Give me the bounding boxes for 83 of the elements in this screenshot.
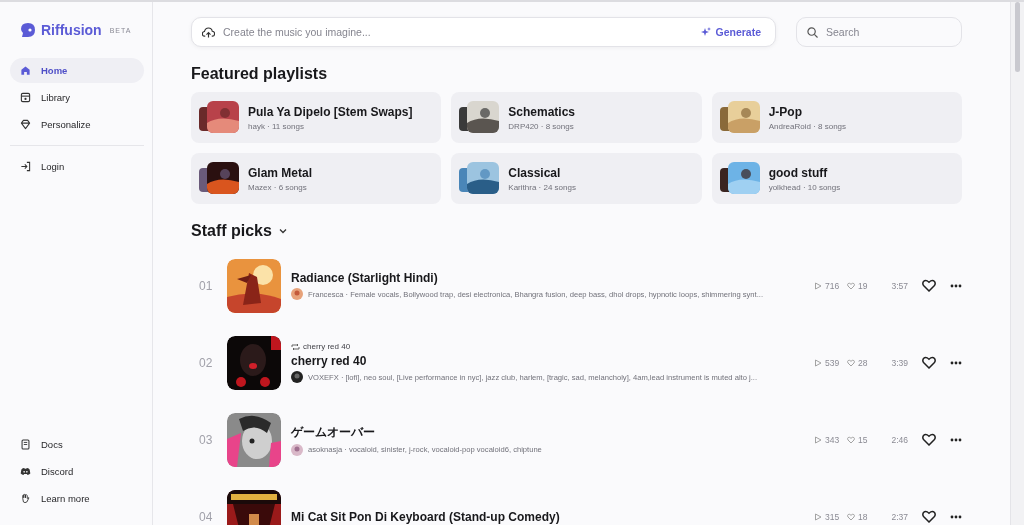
play-icon: [814, 435, 822, 444]
library-icon: [20, 92, 31, 103]
like-count: 28: [858, 357, 868, 368]
track-title[interactable]: Radiance (Starlight Hindi): [291, 271, 802, 285]
play-icon: [814, 512, 822, 521]
nav-item[interactable]: Library: [10, 85, 144, 110]
playlist-card[interactable]: Schematics DRP420 · 8 songs: [451, 92, 702, 143]
section-heading: Staff picks: [191, 222, 272, 240]
prompt-field[interactable]: Create the music you imagine... Generate: [191, 17, 776, 47]
heart-icon: [847, 512, 855, 521]
brand-name: Riffusion: [41, 22, 102, 38]
footer-link[interactable]: Learn more: [10, 486, 144, 511]
playlist-name: good stuff: [768, 165, 829, 180]
play-count: 343: [825, 434, 840, 445]
playlist-card[interactable]: good stuff yolkhead · 10 songs: [711, 153, 962, 204]
login-icon: [20, 161, 31, 172]
logo-icon: [20, 22, 36, 38]
playlist-card[interactable]: Classical Karithra · 24 songs: [451, 153, 702, 204]
playlist-card[interactable]: Glam Metal Mazex · 6 songs: [191, 153, 442, 204]
nav-item[interactable]: Home: [10, 58, 144, 83]
more-icon[interactable]: [950, 437, 962, 442]
play-icon: [814, 281, 822, 290]
nav-item[interactable]: Personalize: [10, 112, 144, 137]
scrollbar-thumb[interactable]: [1015, 2, 1020, 72]
track-number: 04: [198, 509, 214, 524]
heart-icon: [847, 358, 855, 367]
generate-button[interactable]: Generate: [701, 26, 761, 38]
playlist-meta: Mazex · 6 songs: [248, 182, 308, 192]
track-number: 01: [198, 278, 214, 293]
playlist-name: Classical: [508, 165, 562, 180]
playlist-name: Glam Metal: [248, 165, 313, 180]
like-button[interactable]: [922, 433, 936, 446]
play-count: 716: [825, 280, 840, 291]
playlist-meta: yolkhead · 10 songs: [768, 182, 841, 192]
section-heading: Featured playlists: [191, 65, 328, 83]
more-icon[interactable]: [950, 360, 962, 365]
chevron-down-icon[interactable]: [277, 226, 288, 236]
remix-source[interactable]: cherry red 40: [303, 342, 351, 351]
playlist-meta: hayk · 11 songs: [248, 121, 305, 131]
search-field[interactable]: Search: [796, 17, 962, 47]
discord-icon: [20, 466, 31, 477]
playlist-meta: AndreaRoid · 8 songs: [768, 121, 847, 131]
track-duration: 2:46: [890, 434, 908, 445]
document-icon: [20, 439, 31, 450]
heart-icon: [847, 435, 855, 444]
avatar-icon[interactable]: [291, 371, 303, 383]
track-title[interactable]: cherry red 40: [291, 354, 802, 368]
track-duration: 3:57: [890, 280, 908, 291]
sparkle-icon: [701, 27, 712, 37]
footer-link[interactable]: Docs: [10, 432, 144, 457]
play-icon: [814, 358, 822, 367]
like-button[interactable]: [922, 279, 936, 292]
hand-icon: [20, 493, 31, 504]
search-icon: [807, 27, 818, 38]
playlist-meta: Karithra · 24 songs: [508, 182, 576, 192]
like-count: 15: [858, 434, 868, 445]
like-count: 19: [858, 280, 868, 291]
like-count: 18: [858, 511, 868, 522]
playlist-name: J-Pop: [768, 104, 803, 119]
more-icon[interactable]: [950, 514, 962, 519]
diamond-icon: [20, 119, 31, 130]
home-icon: [20, 65, 31, 76]
heart-icon: [847, 281, 855, 290]
play-count: 315: [825, 511, 840, 522]
track-number: 02: [198, 355, 214, 370]
play-count: 539: [825, 357, 840, 368]
like-button[interactable]: [922, 356, 936, 369]
playlist-meta: DRP420 · 8 songs: [508, 121, 575, 131]
track-title[interactable]: Mi Cat Sit Pon Di Keyboard (Stand-up Comedy): [291, 509, 802, 524]
playlist-card[interactable]: J-Pop AndreaRoid · 8 songs: [711, 92, 962, 143]
playlist-card[interactable]: Pula Ya Dipelo [Stem Swaps] hayk · 11 songs: [191, 92, 442, 143]
track-duration: 2:37: [890, 511, 908, 522]
track-number: 03: [198, 432, 214, 447]
login-link[interactable]: Login: [10, 154, 144, 179]
more-icon[interactable]: [950, 283, 962, 288]
repost-icon: [291, 342, 300, 351]
footer-link[interactable]: Discord: [10, 459, 144, 484]
playlist-name: Schematics: [508, 104, 576, 119]
track-duration: 3:39: [890, 357, 908, 368]
like-button[interactable]: [922, 510, 936, 523]
cloud-upload-icon: [202, 26, 215, 38]
playlist-name: Pula Ya Dipelo [Stem Swaps]: [248, 104, 413, 119]
track-title[interactable]: ゲームオーバー: [291, 423, 802, 441]
